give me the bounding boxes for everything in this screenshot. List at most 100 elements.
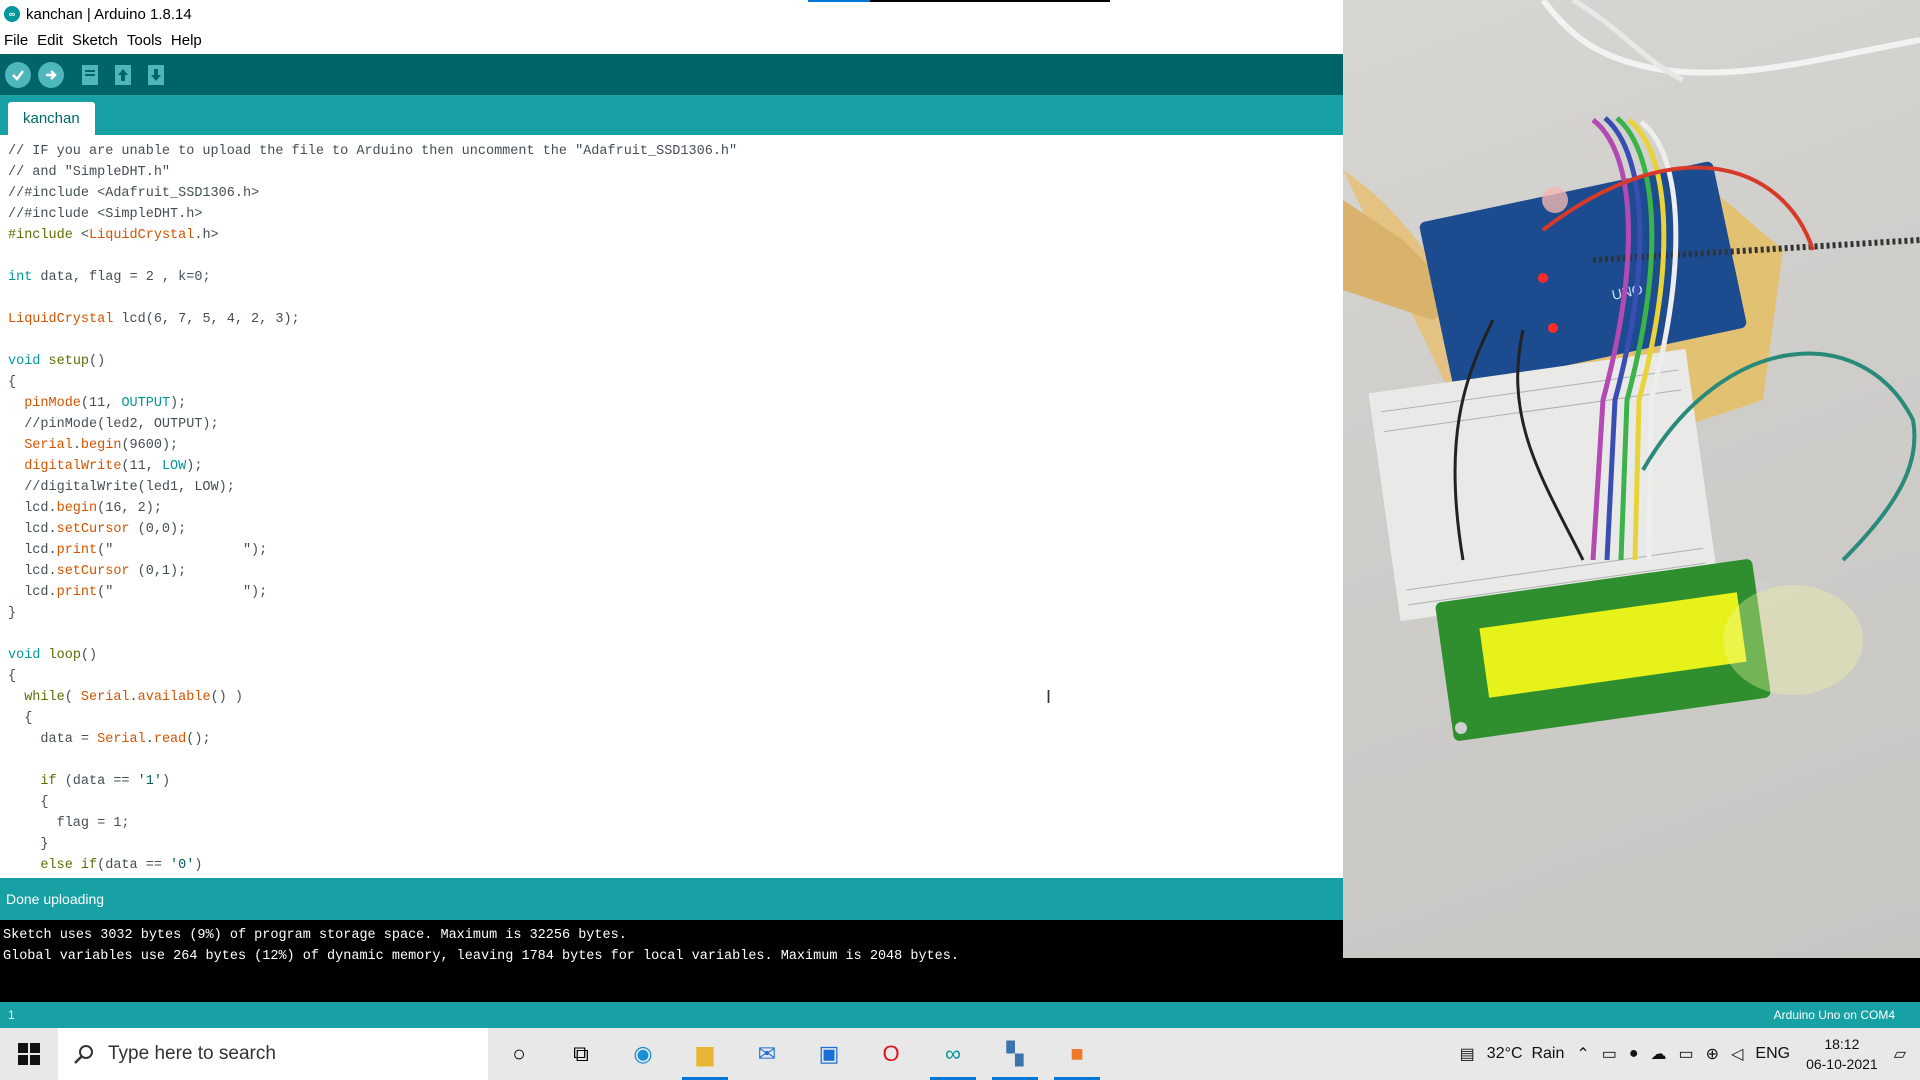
code-token: { xyxy=(8,711,33,726)
code-token: (" xyxy=(97,543,243,558)
code-line[interactable]: data = Serial.read(); xyxy=(8,729,1343,750)
code-token: . xyxy=(129,690,138,705)
menu-edit[interactable]: Edit xyxy=(33,30,68,52)
cortana-button[interactable]: ○ xyxy=(488,1028,550,1080)
weather-text[interactable]: 32°C Rain xyxy=(1487,1045,1565,1063)
taskbar-file-explorer[interactable]: ▆ xyxy=(674,1028,736,1080)
code-line[interactable]: } xyxy=(8,834,1343,855)
battery-icon[interactable]: ▭ xyxy=(1679,1044,1694,1064)
code-token: (16, 2); xyxy=(97,501,162,516)
menu-bar: File Edit Sketch Tools Help xyxy=(0,30,207,52)
code-token: int xyxy=(8,270,33,285)
code-token: { xyxy=(8,375,17,390)
taskbar-search-box[interactable]: Type here to search xyxy=(58,1028,488,1080)
taskbar-arduino[interactable]: ∞ xyxy=(922,1028,984,1080)
upload-button[interactable] xyxy=(38,62,64,88)
menu-help[interactable]: Help xyxy=(167,30,207,52)
code-line[interactable]: Serial.begin(9600); xyxy=(8,435,1343,456)
code-area[interactable]: // IF you are unable to upload the file … xyxy=(0,135,1343,876)
code-line[interactable]: void setup() xyxy=(8,351,1343,372)
code-editor[interactable]: // IF you are unable to upload the file … xyxy=(0,135,1343,878)
code-token: '0' xyxy=(170,858,195,873)
taskbar-mail[interactable]: ✉ xyxy=(736,1028,798,1080)
menu-file[interactable]: File xyxy=(0,30,33,52)
network-icon[interactable]: ⊕ xyxy=(1706,1044,1719,1064)
volume-icon[interactable]: ◁ xyxy=(1731,1044,1743,1064)
notification-icon[interactable]: ▱ xyxy=(1894,1044,1906,1064)
weather-icon: ▤ xyxy=(1459,1046,1475,1063)
code-line[interactable]: { xyxy=(8,708,1343,729)
code-token: . xyxy=(145,732,154,747)
open-sketch-button[interactable] xyxy=(110,62,136,88)
task-view-icon: ⧉ xyxy=(573,1041,589,1066)
code-token: LOW xyxy=(161,459,187,474)
code-line[interactable]: //#include <Adafruit_SSD1306.h> xyxy=(8,183,1343,204)
taskbar-python[interactable]: ▚ xyxy=(984,1028,1046,1080)
code-line[interactable]: int data, flag = 2 , k=0; xyxy=(8,267,1343,288)
task-view-button[interactable]: ⧉ xyxy=(550,1028,612,1080)
clock[interactable]: 18:12 06-10-2021 xyxy=(1806,1034,1878,1074)
code-line[interactable]: if (data == '1') xyxy=(8,771,1343,792)
taskbar-edge[interactable]: ◉ xyxy=(612,1028,674,1080)
console-output[interactable]: Sketch uses 3032 bytes (9%) of program s… xyxy=(0,920,1343,1002)
code-line[interactable]: lcd.begin(16, 2); xyxy=(8,498,1343,519)
code-line[interactable]: lcd.print(" "); xyxy=(8,540,1343,561)
code-line[interactable]: LiquidCrystal lcd(6, 7, 5, 4, 2, 3); xyxy=(8,309,1343,330)
code-line[interactable]: // and "SimpleDHT.h" xyxy=(8,162,1343,183)
code-line[interactable]: while( Serial.available() ) xyxy=(8,687,1343,708)
code-token: lcd. xyxy=(8,585,57,600)
code-line[interactable] xyxy=(8,624,1343,645)
taskbar-opera[interactable]: O xyxy=(860,1028,922,1080)
code-line[interactable]: else if(data == '0') xyxy=(8,855,1343,876)
save-sketch-button[interactable] xyxy=(143,62,169,88)
code-line[interactable]: lcd.print(" "); xyxy=(8,582,1343,603)
code-line[interactable] xyxy=(8,750,1343,771)
code-line[interactable] xyxy=(8,288,1343,309)
code-token: lcd. xyxy=(8,564,57,579)
code-line[interactable] xyxy=(8,330,1343,351)
language-indicator[interactable]: ENG xyxy=(1755,1045,1790,1063)
code-token: } xyxy=(8,837,49,852)
menu-sketch[interactable]: Sketch xyxy=(68,30,123,52)
code-token: setup xyxy=(48,354,90,369)
opera-icon: O xyxy=(882,1041,900,1066)
code-token: #include xyxy=(8,228,81,243)
code-line[interactable]: } xyxy=(8,603,1343,624)
code-token: LiquidCrystal xyxy=(89,228,195,243)
code-token: begin xyxy=(80,438,122,453)
taskbar-app-blue[interactable]: ▣ xyxy=(798,1028,860,1080)
camera-icon[interactable]: ▭ xyxy=(1602,1044,1617,1064)
code-line[interactable]: { xyxy=(8,792,1343,813)
code-line[interactable]: //#include <SimpleDHT.h> xyxy=(8,204,1343,225)
code-token: ) xyxy=(161,774,171,789)
taskbar-recorder[interactable]: ■ xyxy=(1046,1028,1108,1080)
code-line[interactable]: #include <LiquidCrystal.h> xyxy=(8,225,1343,246)
tab-kanchan[interactable]: kanchan xyxy=(8,102,95,135)
new-sketch-button[interactable] xyxy=(77,62,103,88)
code-line[interactable]: flag = 1; xyxy=(8,813,1343,834)
arrow-up-icon xyxy=(115,65,131,85)
code-token: { xyxy=(8,669,17,684)
code-line[interactable]: void loop() xyxy=(8,645,1343,666)
code-line[interactable]: lcd.setCursor (0,1); xyxy=(8,561,1343,582)
code-line[interactable]: // IF you are unable to upload the file … xyxy=(8,141,1343,162)
code-line[interactable]: lcd.setCursor (0,0); xyxy=(8,519,1343,540)
code-line[interactable]: digitalWrite(11, LOW); xyxy=(8,456,1343,477)
code-line[interactable] xyxy=(8,246,1343,267)
microphone-icon[interactable]: ● xyxy=(1629,1045,1639,1063)
cloud-icon[interactable]: ☁ xyxy=(1651,1044,1667,1064)
code-line[interactable]: { xyxy=(8,372,1343,393)
menu-tools[interactable]: Tools xyxy=(123,30,167,52)
code-line[interactable]: pinMode(11, OUTPUT); xyxy=(8,393,1343,414)
code-line[interactable]: { xyxy=(8,666,1343,687)
code-token: digitalWrite xyxy=(24,459,122,474)
console-line: Global variables use 264 bytes (12%) of … xyxy=(3,949,959,964)
verify-button[interactable] xyxy=(5,62,31,88)
start-button[interactable] xyxy=(0,1028,58,1080)
code-line[interactable]: //digitalWrite(led1, LOW); xyxy=(8,477,1343,498)
code-token: // IF you are unable to upload the file … xyxy=(8,144,738,159)
chevron-up-icon[interactable]: ⌃ xyxy=(1576,1044,1589,1064)
code-line[interactable]: //pinMode(led2, OUTPUT); xyxy=(8,414,1343,435)
code-token: loop xyxy=(48,648,81,663)
